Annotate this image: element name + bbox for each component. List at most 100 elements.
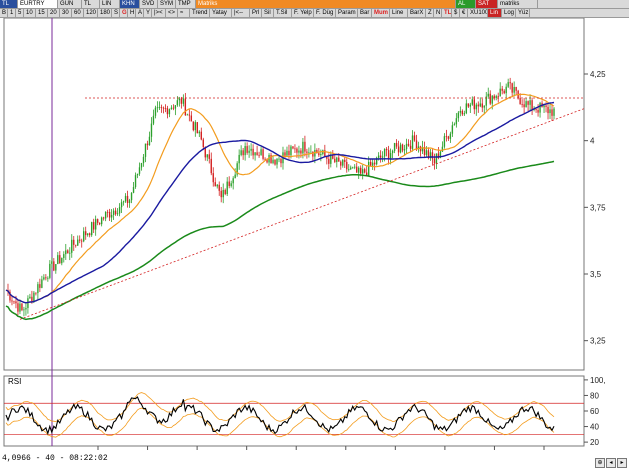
toolbar-item[interactable]: 10 xyxy=(24,9,36,17)
candle-body xyxy=(292,146,294,149)
rsi-tick-label: 60 xyxy=(590,407,599,416)
candle-body xyxy=(481,103,483,108)
candle-body xyxy=(128,200,131,204)
toolbar-item[interactable]: Line xyxy=(390,9,408,17)
candle-body xyxy=(535,109,537,111)
price-tick-label: 3,5 xyxy=(590,270,602,279)
candle-body xyxy=(200,131,202,140)
toolbar-item[interactable]: BarX xyxy=(408,9,426,17)
candle-body xyxy=(108,211,111,218)
candle-body xyxy=(254,152,256,156)
toolbar-item[interactable]: Z xyxy=(426,9,434,17)
candle-body xyxy=(415,140,418,149)
toolbar-item[interactable]: Lin xyxy=(488,9,502,17)
toolbar-item[interactable]: Yatay xyxy=(210,9,232,17)
candle-body xyxy=(67,250,69,254)
toolbar-item[interactable]: Yüz xyxy=(516,9,530,17)
candle-body xyxy=(11,300,13,302)
toolbar-item[interactable]: Y xyxy=(144,9,152,17)
toolbar-item[interactable]: SAT xyxy=(476,0,498,8)
candle-body xyxy=(19,303,21,312)
pan-left-icon[interactable]: ◂ xyxy=(606,458,616,468)
toolbar-item[interactable]: A xyxy=(136,9,144,17)
toolbar-item[interactable]: F. Yelp xyxy=(292,9,314,17)
toolbar-item[interactable]: $ xyxy=(452,9,460,17)
price-tick-label: 3,75 xyxy=(590,203,606,212)
toolbar-item[interactable]: 15 xyxy=(36,9,48,17)
toolbar-item[interactable]: GUN xyxy=(58,0,82,8)
candle-body xyxy=(449,133,452,139)
toolbar-item[interactable]: T.Sil xyxy=(274,9,292,17)
toolbar-item[interactable]: Bar xyxy=(358,9,372,17)
toolbar-item[interactable]: XU100 xyxy=(468,9,488,17)
toolbar-item[interactable]: 20 xyxy=(48,9,60,17)
candle-body xyxy=(88,233,91,236)
price-tick-label: 3,25 xyxy=(590,337,606,346)
toolbar-item[interactable]: AL xyxy=(456,0,476,8)
candle-body xyxy=(166,108,169,115)
candle-body xyxy=(377,155,380,158)
candle-body xyxy=(118,207,121,214)
toolbar-item[interactable]: Trend xyxy=(190,9,210,17)
toolbar-item[interactable]: TMP xyxy=(176,0,196,8)
toolbar-item[interactable]: F. Düg xyxy=(314,9,336,17)
candle-body xyxy=(511,83,513,93)
candle-body xyxy=(545,105,547,107)
toolbar-item[interactable]: G xyxy=(120,9,128,17)
toolbar-item[interactable]: 180 xyxy=(98,9,112,17)
toolbar-item[interactable]: H xyxy=(128,9,136,17)
candle-body xyxy=(547,106,549,114)
candle-body xyxy=(543,105,545,108)
candle-body xyxy=(49,263,51,278)
candle-body xyxy=(120,202,123,208)
candle-body xyxy=(202,139,204,147)
toolbar-item[interactable]: € xyxy=(460,9,468,17)
toolbar-item[interactable]: |>< xyxy=(152,9,166,17)
toolbar-item[interactable]: 60 xyxy=(72,9,84,17)
candle-body xyxy=(274,159,276,165)
candle-body xyxy=(192,121,195,131)
toolbar-item[interactable]: 1 xyxy=(8,9,16,17)
toolbar-item[interactable]: ≈ xyxy=(178,9,190,17)
toolbar-item[interactable]: Sil xyxy=(262,9,274,17)
toolbar-item[interactable]: SVD xyxy=(140,0,158,8)
toolbar-item[interactable]: EURTRY xyxy=(18,0,58,8)
candle-body xyxy=(302,141,304,154)
candle-body xyxy=(310,151,312,153)
toolbar-item[interactable]: LIN xyxy=(100,0,120,8)
toolbar-item[interactable]: SYM xyxy=(158,0,176,8)
toolbar-item[interactable]: 5 xyxy=(16,9,24,17)
toolbar-item[interactable]: Mum xyxy=(372,9,390,17)
toolbar-item[interactable]: KHN xyxy=(120,0,140,8)
candle-body xyxy=(33,292,35,302)
toolbar-item[interactable]: 120 xyxy=(84,9,98,17)
candle-body xyxy=(172,107,175,109)
toolbar-item[interactable]: Param xyxy=(336,9,358,17)
candle-body xyxy=(362,169,364,174)
toolbar-item[interactable]: Prl xyxy=(250,9,262,17)
toolbar-item[interactable]: matriks xyxy=(498,0,538,8)
pan-right-icon[interactable]: ▸ xyxy=(617,458,627,468)
toolbar-item[interactable]: TL xyxy=(0,0,18,8)
toolbar-item[interactable]: 30 xyxy=(60,9,72,17)
candle-body xyxy=(340,161,342,166)
toolbar-item[interactable]: S xyxy=(112,9,120,17)
toolbar-item[interactable]: N xyxy=(434,9,442,17)
toolbar-item[interactable]: Matriks xyxy=(196,0,456,8)
price-chart[interactable]: 4,2543,753,53,2512.1601.1702.1703.1704.1… xyxy=(0,18,629,454)
candle-body xyxy=(164,108,167,109)
candle-body xyxy=(194,122,197,131)
toolbar-item[interactable]: TL xyxy=(82,0,100,8)
candle-body xyxy=(383,148,386,157)
toolbar-item[interactable]: |<-- xyxy=(232,9,250,17)
toolbar-item[interactable]: B xyxy=(0,9,8,17)
toolbar-item[interactable]: Log xyxy=(502,9,516,17)
candle-body xyxy=(146,143,149,146)
candle-body xyxy=(73,239,75,245)
candle-body xyxy=(57,255,59,265)
zoom-icon[interactable]: ⊕ xyxy=(595,458,605,468)
toolbar-item[interactable]: TL xyxy=(442,9,452,17)
toolbar-item[interactable]: <> xyxy=(166,9,178,17)
candle-body xyxy=(487,93,489,97)
rsi-tick-label: 40 xyxy=(590,423,599,432)
